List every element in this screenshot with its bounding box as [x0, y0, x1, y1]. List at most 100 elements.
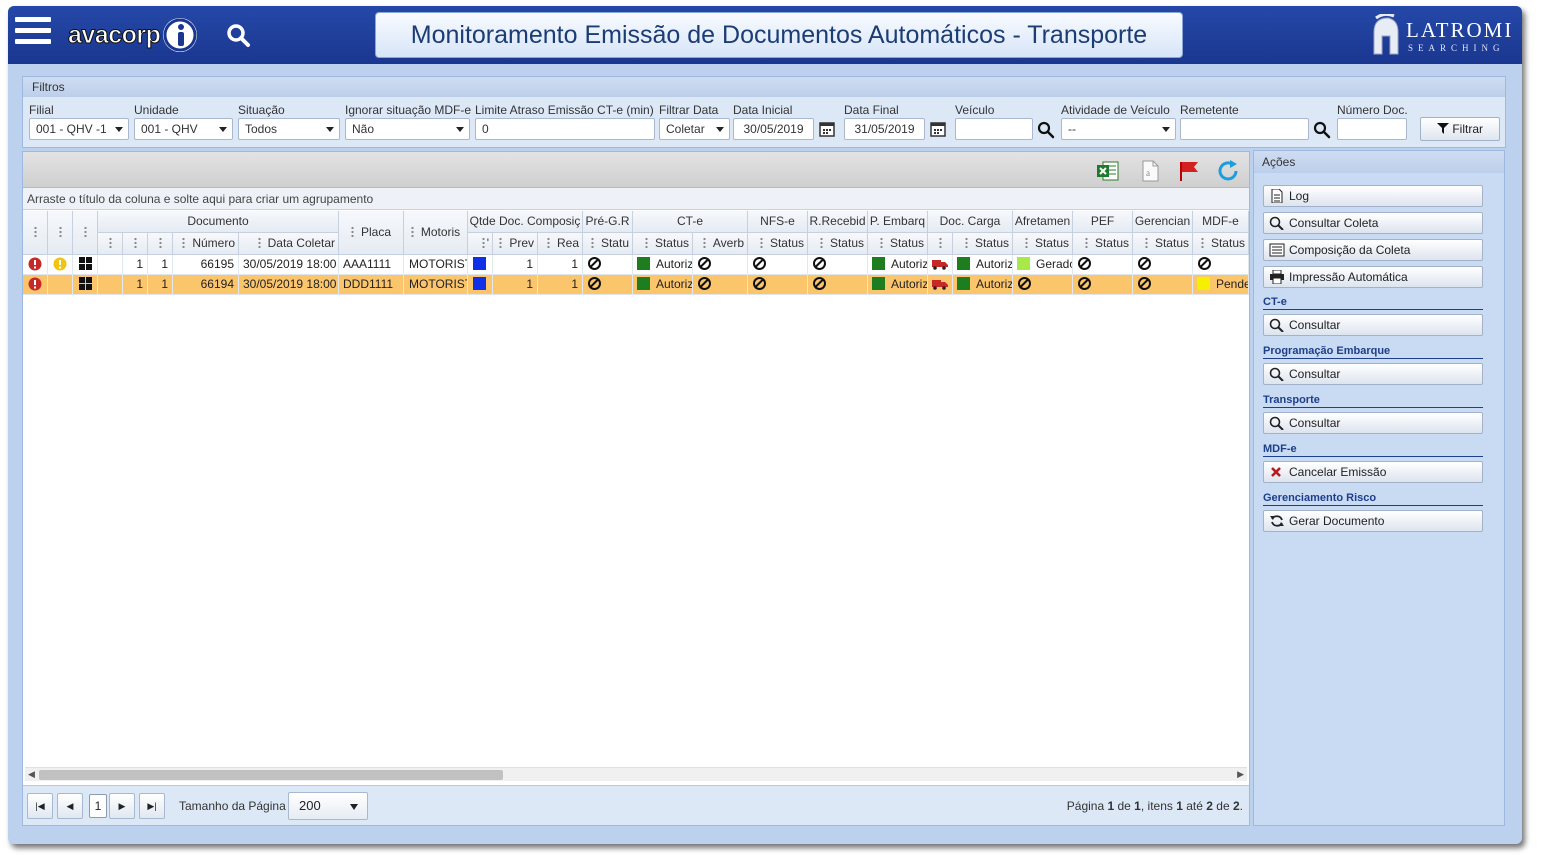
pef-group-header[interactable]: PEF: [1073, 211, 1133, 233]
r-recebido-group-header[interactable]: R.Recebid: [808, 211, 868, 233]
current-page[interactable]: 1: [89, 794, 107, 818]
drag-handle-icon[interactable]: [546, 237, 550, 248]
gerenciamento-group-header[interactable]: Gerencian: [1133, 211, 1193, 233]
veiculo-input[interactable]: [955, 118, 1033, 140]
doc-carga-status-header[interactable]: Status: [953, 233, 1013, 255]
limite-atraso-input[interactable]: 0: [475, 118, 655, 140]
drag-handle-icon[interactable]: [499, 237, 503, 248]
drag-handle-icon[interactable]: [964, 237, 968, 248]
mdfe-group-header[interactable]: MDF-e: [1193, 211, 1249, 233]
drag-handle-icon[interactable]: [759, 237, 763, 248]
pef-status-header[interactable]: Status: [1073, 233, 1133, 255]
drag-handle-icon[interactable]: [133, 237, 137, 248]
last-page-button[interactable]: ▶|: [139, 793, 165, 819]
drag-handle-icon[interactable]: [108, 237, 112, 248]
search-icon[interactable]: [226, 23, 252, 52]
excel-export-icon[interactable]: [1096, 160, 1120, 182]
drag-handle-icon[interactable]: [182, 237, 186, 248]
scrollbar-thumb[interactable]: [39, 770, 503, 780]
documento-group-header[interactable]: Documento: [98, 211, 339, 233]
veiculo-search-icon[interactable]: [1037, 121, 1055, 139]
doc-carga-group-header[interactable]: Doc. Carga: [928, 211, 1013, 233]
numero-header[interactable]: Número: [173, 233, 239, 255]
drag-handle-icon[interactable]: [1200, 237, 1204, 248]
drag-handle-icon[interactable]: [644, 237, 648, 248]
consultar-coleta-button[interactable]: Consultar Coleta: [1263, 212, 1483, 234]
flag-icon[interactable]: [1177, 160, 1201, 182]
afretamento-status-header[interactable]: Status: [1013, 233, 1073, 255]
grid-view-icon[interactable]: [73, 255, 98, 275]
situacao-select[interactable]: Todos: [238, 118, 340, 140]
r-recebido-status-header[interactable]: Status: [808, 233, 868, 255]
calendar-icon[interactable]: [818, 120, 836, 138]
data-inicial-input[interactable]: 30/05/2019: [733, 118, 814, 140]
remetente-input[interactable]: [1180, 118, 1309, 140]
afretamento-group-header[interactable]: Afretamen: [1013, 211, 1073, 233]
numero-doc-input[interactable]: [1337, 118, 1407, 140]
cte-consultar-button[interactable]: Consultar: [1263, 314, 1483, 336]
scroll-left-icon[interactable]: ◀: [28, 769, 35, 780]
qtde-doc-group-header[interactable]: Qtde Doc. Composiç: [468, 211, 583, 233]
drag-handle-icon[interactable]: [1084, 237, 1088, 248]
grid-view-icon[interactable]: [73, 275, 98, 295]
prev-header[interactable]: Prev: [493, 233, 538, 255]
remetente-search-icon[interactable]: [1313, 121, 1331, 139]
pre-gr-group-header[interactable]: Pré-G.R: [583, 211, 633, 233]
doc-col-b-header[interactable]: [123, 233, 148, 255]
unidade-select[interactable]: 001 - QHV: [134, 118, 233, 140]
placa-header[interactable]: Placa: [339, 211, 404, 255]
next-page-button[interactable]: ▶: [109, 793, 135, 819]
drag-handle-icon[interactable]: [481, 237, 485, 248]
truck-icon[interactable]: [928, 275, 953, 295]
drag-handle-icon[interactable]: [702, 237, 706, 248]
drag-handle-icon[interactable]: [158, 237, 162, 248]
truck-icon[interactable]: [928, 255, 953, 275]
menu-icon[interactable]: [15, 17, 51, 49]
real-header[interactable]: Rea: [538, 233, 583, 255]
table-row[interactable]: 1 1 66195 30/05/2019 18:00 AAA1111 MOTOR…: [23, 255, 1249, 275]
composicao-coleta-button[interactable]: Composição da Coleta: [1263, 239, 1483, 261]
drag-handle-icon[interactable]: [58, 226, 62, 237]
nfse-status-header[interactable]: Status: [748, 233, 808, 255]
transporte-consultar-button[interactable]: Consultar: [1263, 412, 1483, 434]
programacao-consultar-button[interactable]: Consultar: [1263, 363, 1483, 385]
gerar-documento-button[interactable]: Gerar Documento: [1263, 510, 1483, 532]
p-embarque-status-header[interactable]: Status: [868, 233, 928, 255]
first-page-button[interactable]: |◀: [27, 793, 53, 819]
nfse-group-header[interactable]: NFS-e: [748, 211, 808, 233]
drag-handle-icon[interactable]: [257, 237, 261, 248]
log-button[interactable]: Log: [1263, 185, 1483, 207]
drag-handle-icon[interactable]: [33, 226, 37, 237]
filtrar-button[interactable]: Filtrar: [1420, 117, 1500, 141]
drag-handle-icon[interactable]: [1024, 237, 1028, 248]
p-embarque-group-header[interactable]: P. Embarq: [868, 211, 928, 233]
drag-handle-icon[interactable]: [819, 237, 823, 248]
filial-select[interactable]: 001 - QHV -1: [29, 118, 129, 140]
filtrar-data-select[interactable]: Coletar: [659, 118, 730, 140]
scroll-right-icon[interactable]: ▶: [1237, 769, 1244, 780]
drag-handle-icon[interactable]: [1144, 237, 1148, 248]
drag-handle-icon[interactable]: [938, 237, 942, 248]
horizontal-scrollbar[interactable]: ◀ ▶: [25, 767, 1247, 781]
drag-handle-icon[interactable]: [590, 237, 594, 248]
col-status-1-header[interactable]: [23, 211, 48, 255]
cte-averb-header[interactable]: Averb: [693, 233, 748, 255]
col-status-2-header[interactable]: [48, 211, 73, 255]
drag-handle-icon[interactable]: [83, 226, 87, 237]
cancelar-emissao-button[interactable]: Cancelar Emissão: [1263, 461, 1483, 483]
atividade-veiculo-select[interactable]: --: [1061, 118, 1176, 140]
qtde-col-a-header[interactable]: ': [468, 233, 493, 255]
refresh-icon[interactable]: [1217, 160, 1241, 182]
doc-col-a-header[interactable]: [98, 233, 123, 255]
cte-group-header[interactable]: CT-e: [633, 211, 748, 233]
data-final-input[interactable]: 31/05/2019: [844, 118, 925, 140]
calendar-icon[interactable]: [929, 120, 947, 138]
ignorar-mdfe-select[interactable]: Não: [345, 118, 470, 140]
gerenciamento-status-header[interactable]: Status: [1133, 233, 1193, 255]
cte-status-header[interactable]: Status: [633, 233, 693, 255]
doc-carga-col-a-header[interactable]: [928, 233, 953, 255]
drag-handle-icon[interactable]: [350, 226, 354, 237]
drag-handle-icon[interactable]: [410, 226, 414, 237]
pdf-export-icon[interactable]: a: [1138, 160, 1162, 182]
impressao-automatica-button[interactable]: Impressão Automática: [1263, 266, 1483, 288]
